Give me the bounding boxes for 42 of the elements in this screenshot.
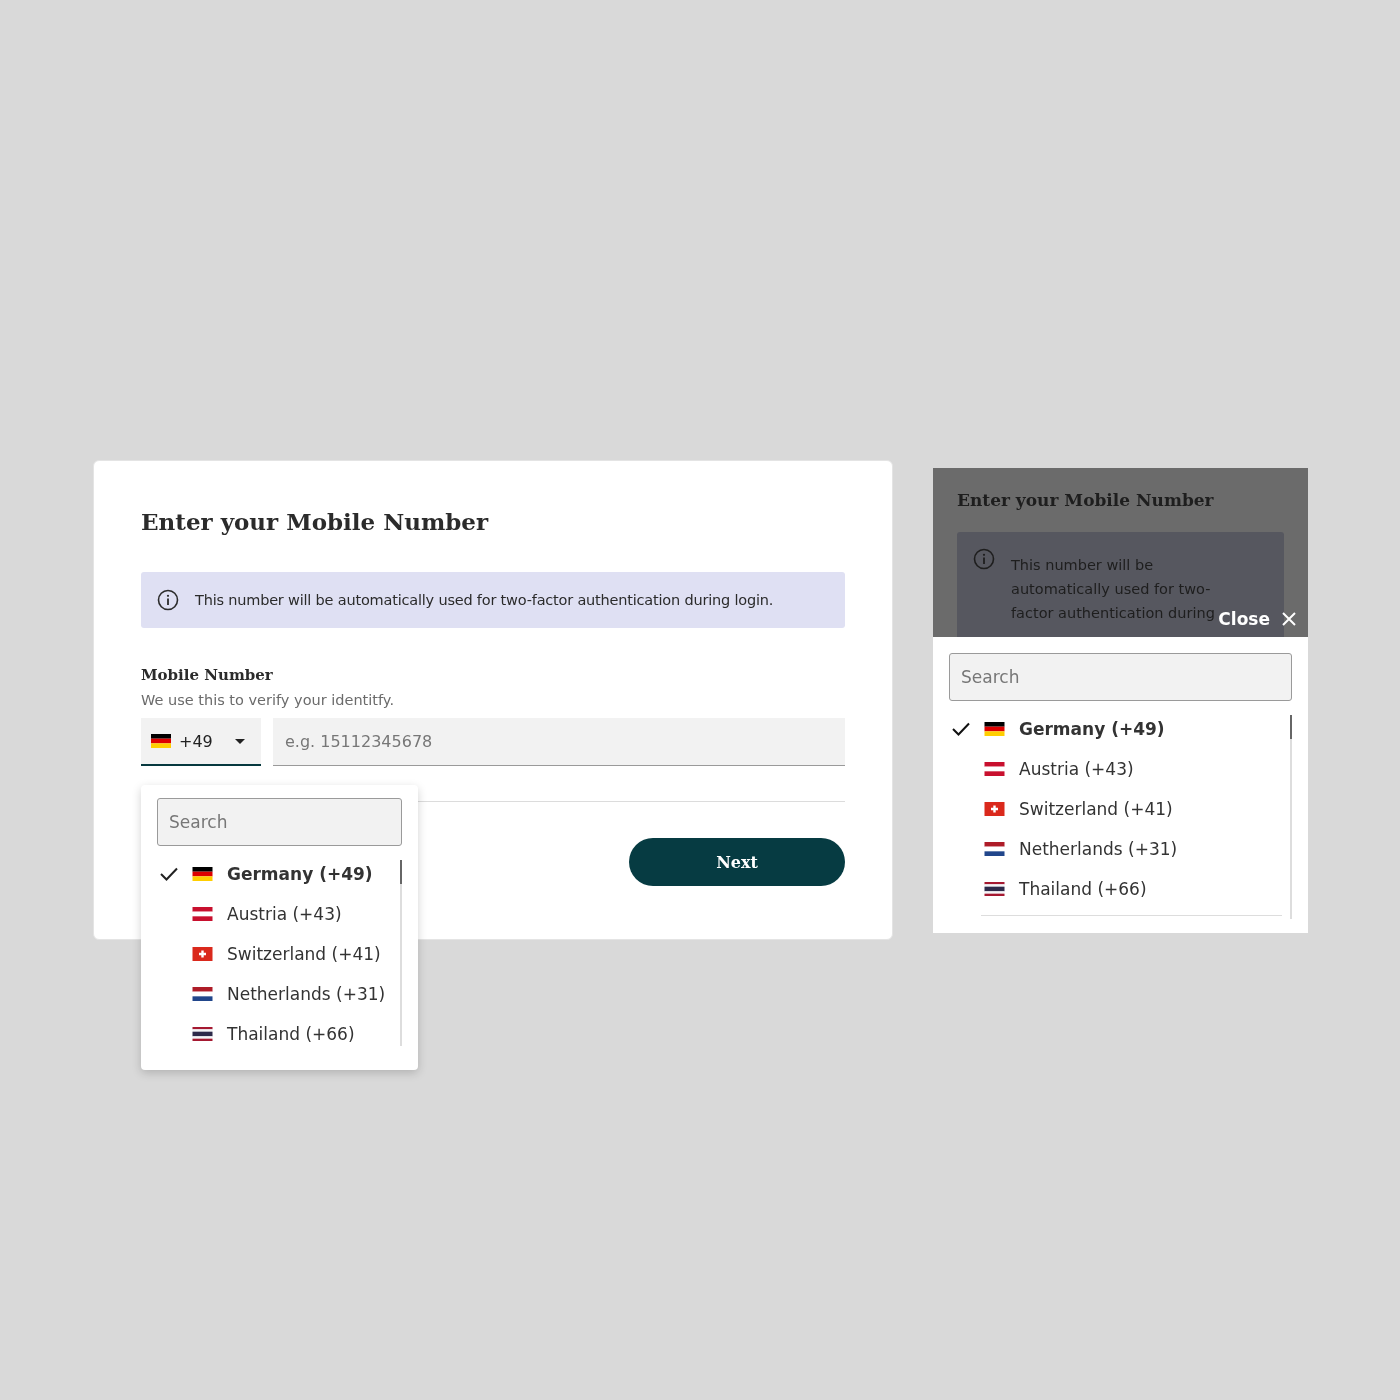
country-option[interactable]: Switzerland (+41) [157,934,402,974]
country-option[interactable]: Switzerland (+41) [949,789,1292,829]
close-button[interactable]: Close [1218,609,1296,629]
caret-icon [235,738,245,744]
country-option[interactable]: Thailand (+66) [157,1014,402,1054]
flag-icon [984,882,1005,896]
info-text: This number will be automatically used for two-factor authentication during login. [195,592,774,608]
flag-icon [984,802,1005,816]
country-code: +49 [179,731,214,751]
dialog-title: Enter your Mobile Number [141,507,490,537]
search-field[interactable]: Search [949,653,1292,701]
country-option[interactable]: Netherlands (+31) [949,829,1292,869]
flag-icon [192,987,213,1001]
info-icon [157,589,179,611]
check-icon [160,867,178,881]
dialog-title: Enter your Mobile Number [957,490,1215,510]
flag-icon [192,907,213,921]
phone-input-field[interactable]: e.g. 15112345678 [273,718,845,766]
flag-icon [192,1027,213,1041]
flag-icon [192,947,213,961]
flag-icon [984,842,1005,856]
info-icon [973,548,995,570]
check-icon [952,722,970,736]
scrollbar[interactable] [1290,715,1292,919]
country-option[interactable]: Austria (+43) [949,749,1292,789]
flag-icon [984,722,1005,736]
country-code-select[interactable]: +49 [141,718,261,766]
flag-icon [151,734,171,748]
country-option[interactable]: Netherlands (+31) [157,974,402,1014]
info-text: This number will be automatically used for two-factor authentication during [1011,556,1216,623]
scrollbar[interactable] [400,860,402,1046]
next-button[interactable]: Next [629,838,845,886]
country-option[interactable]: Germany (+49) [157,854,402,894]
flag-icon [192,867,213,881]
country-option[interactable]: Germany (+49) [949,709,1292,749]
country-option[interactable]: Thailand (+66) [949,869,1292,909]
field-hint: We use this to verify your identitfy. [141,692,395,708]
country-option[interactable]: Austria (+43) [157,894,402,934]
flag-icon [984,762,1005,776]
close-icon [1282,612,1296,626]
field-label: Mobile Number [141,666,274,684]
search-field[interactable]: Search [157,798,402,846]
